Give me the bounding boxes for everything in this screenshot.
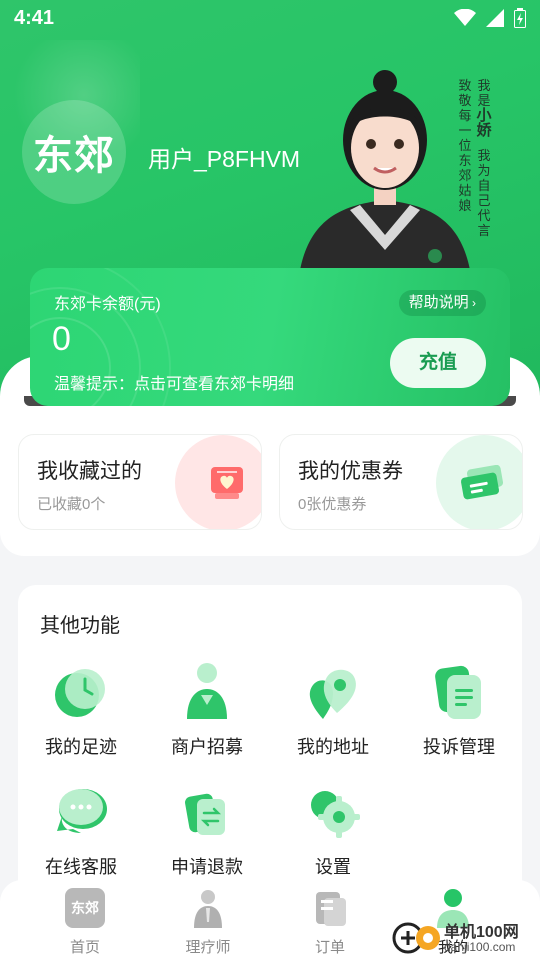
watermark-title: 单机100网 bbox=[444, 924, 519, 941]
balance-value: 0 bbox=[52, 320, 71, 358]
slogan-char: 自 bbox=[477, 178, 491, 193]
nav-label: 理疗师 bbox=[185, 939, 231, 956]
favorites-title: 我收藏过的 bbox=[37, 460, 142, 483]
slogan-char: 一 bbox=[458, 123, 472, 138]
status-time: 4:41 bbox=[14, 7, 55, 29]
slogan-column-1: 我 是 小娇 我 为 自 己 代 言 bbox=[476, 78, 492, 238]
func-address[interactable]: 我的地址 bbox=[270, 663, 396, 773]
battery-icon bbox=[514, 8, 526, 33]
favorites-icon bbox=[211, 467, 243, 499]
slogan-char: 致 bbox=[458, 78, 472, 93]
slogan-column-2: 致 敬 每 一 位 东 郊 姑 娘 bbox=[457, 78, 473, 213]
help-label: 帮助说明 bbox=[408, 294, 469, 311]
func-label: 我的地址 bbox=[297, 737, 369, 757]
status-bar: 4:41 bbox=[0, 0, 540, 36]
balance-title: 东郊卡余额(元) bbox=[54, 296, 161, 313]
refund-icon bbox=[185, 793, 225, 835]
chat-icon bbox=[57, 789, 107, 833]
chevron-right-icon: › bbox=[468, 296, 476, 310]
nav-home[interactable]: 东郊 首页 bbox=[25, 886, 145, 956]
watermark-url: danji100.com bbox=[444, 940, 516, 954]
nav-orders[interactable]: 订单 bbox=[270, 886, 390, 956]
location-icon bbox=[309, 669, 356, 719]
slogan-char: 娘 bbox=[458, 198, 472, 213]
watermark-logo-icon bbox=[392, 922, 440, 954]
func-label: 申请退款 bbox=[171, 857, 243, 877]
func-label: 设置 bbox=[315, 857, 351, 877]
slogan-char: 为 bbox=[477, 163, 491, 178]
watermark: 单机100网 danji100.com bbox=[392, 916, 540, 960]
func-label: 商户招募 bbox=[171, 737, 243, 757]
home-logo-icon: 东郊 bbox=[65, 888, 105, 928]
coupons-count: 0张优惠券 bbox=[298, 496, 367, 513]
merchant-icon bbox=[187, 663, 227, 719]
slogan-char: 己 bbox=[477, 193, 491, 208]
slogan-char: 东 bbox=[458, 153, 472, 168]
logo-text: 东郊 bbox=[33, 134, 115, 178]
nav-label: 订单 bbox=[314, 939, 345, 956]
status-icons bbox=[454, 8, 526, 33]
nav-label: 首页 bbox=[69, 939, 100, 956]
balance-card[interactable]: 东郊卡余额(元) 0 温馨提示：点击可查看东郊卡明细 帮助说明 › 充值 bbox=[30, 268, 510, 406]
func-footprint[interactable]: 我的足迹 bbox=[18, 663, 144, 773]
signal-icon bbox=[486, 9, 504, 32]
clock-icon bbox=[55, 669, 105, 717]
slogan-char: 我 bbox=[477, 78, 491, 93]
slogan-char: 是 bbox=[477, 93, 491, 108]
favorites-tile[interactable]: 我收藏过的 已收藏0个 bbox=[18, 434, 262, 530]
func-label: 我的足迹 bbox=[45, 737, 117, 757]
func-complaint[interactable]: 投诉管理 bbox=[396, 663, 522, 773]
favorites-count: 已收藏0个 bbox=[37, 496, 106, 513]
gear-icon bbox=[311, 791, 360, 838]
slogan-char: 敬 bbox=[458, 93, 472, 108]
home-icon-text: 东郊 bbox=[71, 900, 99, 916]
slogan-char: 姑 bbox=[458, 183, 472, 198]
functions-title: 其他功能 bbox=[40, 615, 120, 637]
brand-logo[interactable]: 东郊 bbox=[22, 100, 126, 204]
username[interactable]: 用户_P8FHVM bbox=[148, 140, 300, 174]
func-settings[interactable]: 设置 bbox=[270, 783, 396, 893]
coupon-icon bbox=[460, 465, 504, 500]
slogan-name: 小娇 bbox=[476, 107, 492, 139]
slogan-char: 郊 bbox=[458, 168, 472, 183]
document-icon bbox=[435, 665, 481, 719]
func-merchant[interactable]: 商户招募 bbox=[144, 663, 270, 773]
help-button[interactable]: 帮助说明 › bbox=[398, 290, 486, 316]
coupons-tile[interactable]: 我的优惠券 0张优惠券 bbox=[279, 434, 523, 530]
therapist-icon bbox=[194, 890, 222, 928]
wifi-icon bbox=[454, 8, 476, 32]
func-label: 投诉管理 bbox=[423, 737, 495, 757]
slogan-char: 代 bbox=[477, 208, 491, 223]
coupons-title: 我的优惠券 bbox=[298, 460, 403, 483]
orders-icon bbox=[316, 892, 346, 926]
slogan-char: 我 bbox=[477, 148, 491, 163]
nav-therapist[interactable]: 理疗师 bbox=[148, 886, 268, 956]
other-functions-panel: 其他功能 我的足迹 商户招募 我的地址 投诉管理 在线客服 申请退款 设置 bbox=[18, 585, 522, 905]
func-customer-service[interactable]: 在线客服 bbox=[18, 783, 144, 893]
func-refund[interactable]: 申请退款 bbox=[144, 783, 270, 893]
recharge-button[interactable]: 充值 bbox=[390, 338, 486, 388]
slogan-char: 言 bbox=[477, 223, 491, 238]
spokesperson-illustration bbox=[300, 70, 470, 270]
slogan-char: 位 bbox=[458, 138, 472, 153]
func-label: 在线客服 bbox=[45, 857, 117, 877]
slogan-char: 每 bbox=[458, 108, 472, 123]
balance-tip[interactable]: 温馨提示：点击可查看东郊卡明细 bbox=[54, 370, 294, 394]
